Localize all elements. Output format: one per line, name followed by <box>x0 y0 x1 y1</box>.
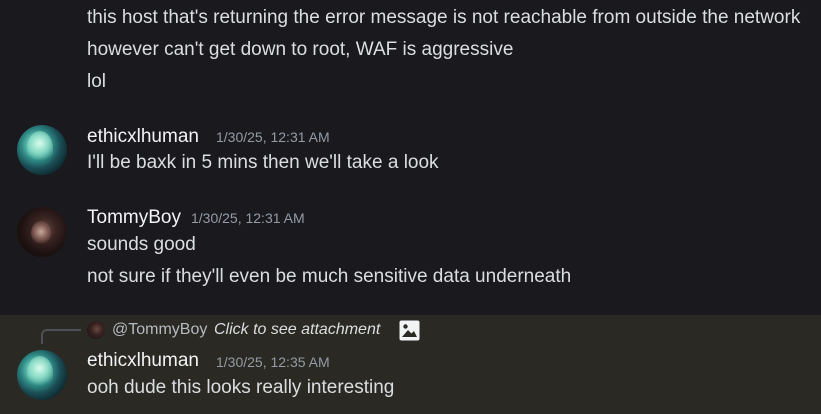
chat-messages: this host that's returning the error mes… <box>0 0 821 414</box>
timestamp: 1/30/25, 12:31 AM <box>191 210 305 226</box>
message-text: I'll be baxk in 5 mins then we'll take a… <box>87 152 439 173</box>
username[interactable]: ethicxlhuman <box>87 349 199 373</box>
timestamp: 1/30/25, 12:31 AM <box>216 129 330 145</box>
message-text: lol <box>87 71 107 92</box>
reply-avatar[interactable] <box>87 321 105 339</box>
avatar[interactable] <box>17 350 67 400</box>
message-text: sounds good <box>87 234 196 255</box>
reply-mention[interactable]: @TommyBoy <box>112 318 207 342</box>
avatar[interactable] <box>17 125 67 175</box>
message-text: not sure if they'll even be much sensiti… <box>87 266 572 287</box>
reply-spine <box>41 329 81 344</box>
username[interactable]: TommyBoy <box>87 206 181 230</box>
message-text: this host that's returning the error mes… <box>87 7 801 28</box>
message-text: however can't get down to root, WAF is a… <box>87 39 514 60</box>
image-icon[interactable] <box>399 320 420 341</box>
reply-preview-text[interactable]: Click to see attachment <box>214 318 380 342</box>
username[interactable]: ethicxlhuman <box>87 125 199 149</box>
avatar[interactable] <box>17 207 67 257</box>
timestamp: 1/30/25, 12:35 AM <box>216 354 330 370</box>
message-text: ooh dude this looks really interesting <box>87 377 395 398</box>
